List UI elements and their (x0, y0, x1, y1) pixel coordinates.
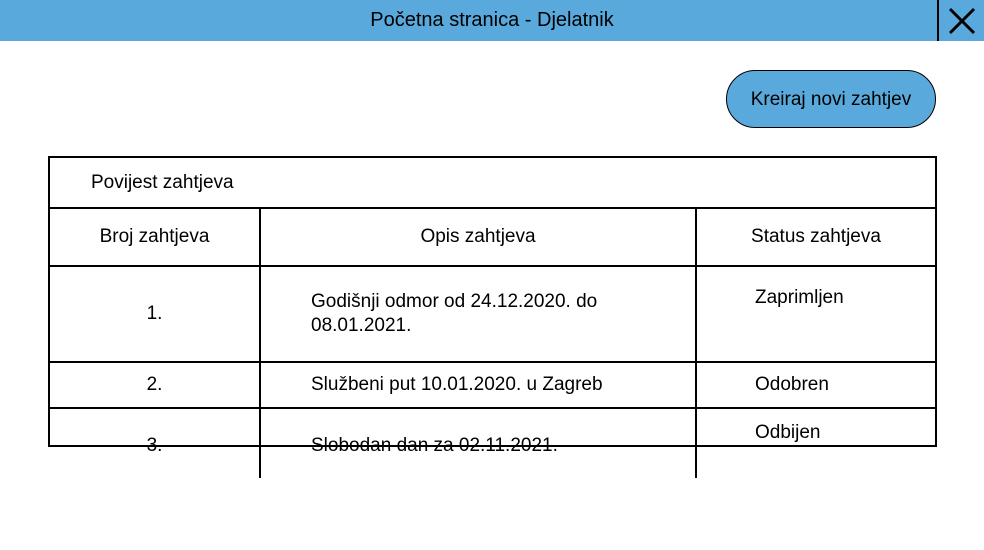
request-description-text: Godišnji odmor od 24.12.2020. do 08.01.2… (311, 291, 598, 336)
request-description: Godišnji odmor od 24.12.2020. do 08.01.2… (259, 265, 697, 363)
request-history-title: Povijest zahtjeva (91, 172, 234, 193)
table-row[interactable]: 1. Godišnji odmor od 24.12.2020. do 08.0… (50, 265, 935, 363)
request-number: 1. (50, 265, 261, 363)
table-header-row: Broj zahtjeva Opis zahtjeva Status zahtj… (50, 209, 935, 267)
table-row[interactable]: 2. Službeni put 10.01.2020. u Zagreb Odo… (50, 361, 935, 409)
column-header-status: Status zahtjeva (695, 209, 935, 267)
request-number: 2. (50, 361, 261, 409)
close-button[interactable] (944, 3, 980, 39)
request-history-panel: Povijest zahtjeva Broj zahtjeva Opis zah… (48, 156, 937, 478)
request-status: Odobren (695, 361, 935, 409)
column-header-description: Opis zahtjeva (259, 209, 697, 267)
title-bar: Početna stranica - Djelatnik (0, 0, 984, 41)
window-title: Početna stranica - Djelatnik (370, 9, 614, 31)
request-description: Službeni put 10.01.2020. u Zagreb (259, 361, 697, 409)
request-history-table: Broj zahtjeva Opis zahtjeva Status zahtj… (50, 209, 935, 478)
request-description: Slobodan dan za 02.11.2021. (259, 407, 697, 478)
table-row[interactable]: 3. Slobodan dan za 02.11.2021. Odbijen (50, 407, 935, 478)
column-header-number: Broj zahtjeva (50, 209, 261, 267)
employee-home-page: Početna stranica - Djelatnik Kreiraj nov… (0, 0, 984, 550)
close-icon (948, 7, 976, 35)
create-new-request-button[interactable]: Kreiraj novi zahtjev (726, 70, 936, 128)
request-status: Zaprimljen (695, 265, 935, 363)
request-status: Odbijen (695, 407, 935, 478)
title-bar-divider (937, 0, 939, 41)
request-number: 3. (50, 407, 261, 478)
